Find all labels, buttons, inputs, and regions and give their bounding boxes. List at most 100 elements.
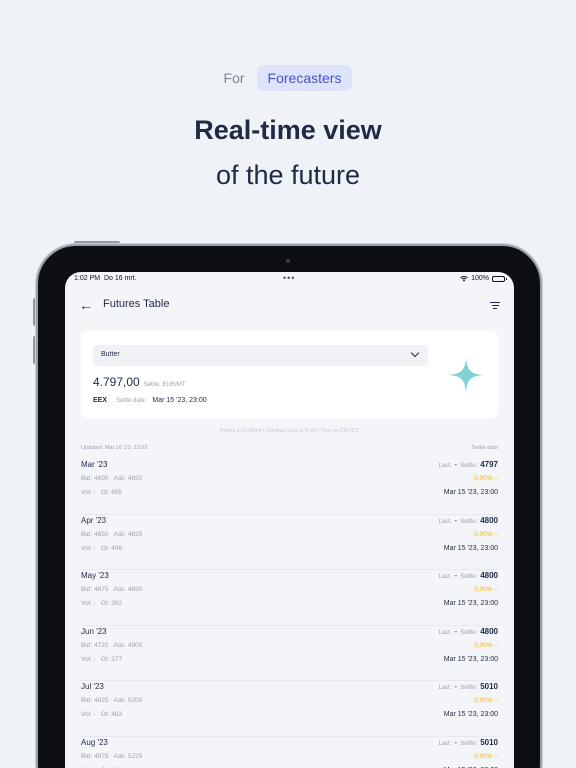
multitask-dots-icon[interactable]: ••• [283,273,295,283]
last-value: - [454,626,458,636]
change-percent: 0,00% – [474,752,498,760]
settle-value: 4797 [480,460,498,469]
volume-oi: Vol: - OI: 496 [81,545,122,552]
open-interest-value: OI: 463 [100,711,123,719]
volume-value: Vol: - [81,544,96,552]
contract-month: May '23 [81,571,109,581]
bid-ask: Bid: 4650 Ask: 4825 [81,531,142,538]
bid-value: Bid: 4875 [81,752,109,760]
last-settle: Last: - Settle: 4800 [439,516,499,525]
last-value: - [454,515,458,525]
bid-ask: Bid: 4825 Ask: 5200 [81,697,142,704]
settle-date: Mar 15 '23, 23:00 [443,655,498,663]
last-value: - [454,737,458,747]
settle-value: 4800 [480,515,498,525]
change-percent: 0,00% – [474,475,498,482]
audience-pill: Forecasters [256,65,353,91]
last-label: Last: [438,629,452,636]
open-interest-value: OI: 496 [100,544,123,552]
bid-value: Bid: 4675 [81,586,109,594]
headline-secondary: of the future [215,160,361,190]
settle-date: Mar 15 '23, 23:00 [443,544,498,552]
settle-date-label: Settle date: [116,398,147,404]
navigation-bar: ← Futures Table [65,286,514,330]
settle-price: 4.797,00 [93,375,140,389]
last-settle: Last: - Settle: 4800 [439,571,499,580]
change-percent: 0,00% – [474,586,498,594]
settle-date-value: Mar 15 '23, 23:00 [152,397,207,404]
change-percent: 0,00% – [474,530,498,538]
settle-date-column-header: Settle date [471,445,498,451]
settle-label: Settle: [460,685,478,692]
volume-value: Vol: - [81,600,96,608]
exchange-row: EEX Settle date: Mar 15 '23, 23:00 [93,397,207,404]
settle-date: Mar 15 '23, 23:00 [443,600,498,608]
settle-label: Settle: [460,629,478,636]
settle-label: Settle: [460,740,478,747]
last-label: Last: [438,518,452,525]
settle-value: 4800 [480,571,498,581]
table-row[interactable]: May '23 Bid: 4675 Ask: 4850 Vol: - OI: 392 La… [81,570,498,626]
last-settle: Last: - Settle: 4800 [439,627,499,636]
list-header: Updated: Mar 16 '23, 13:02 Settle date [81,445,498,451]
headline-primary: Real-time view [194,115,382,145]
front-camera [286,259,290,263]
settle-label: Settle: [460,518,478,525]
ask-value: Ask: 4900 [113,641,143,649]
bid-ask: Bid: 4600 Ask: 4850 [81,475,142,482]
last-label: Last: [438,574,452,581]
sparkle-icon [448,357,484,393]
exchange-name: EEX [93,397,108,404]
last-settle: Last: - Settle: 5010 [439,682,499,691]
bid-value: Bid: 4650 [81,530,109,538]
volume-value: Vol: - [81,489,96,496]
chevron-down-icon [410,348,420,358]
arrow-left-icon[interactable]: ← [79,297,93,313]
last-value: - [454,682,458,692]
contract-month: Aug '23 [81,737,108,747]
settle-price-row: 4.797,00 Settle, EUR/MT [93,375,185,389]
wifi-icon [460,275,468,281]
table-row[interactable]: Jul '23 Bid: 4825 Ask: 5200 Vol: - OI: 463 La… [81,681,498,737]
settle-unit: Settle, EUR/MT [143,382,186,388]
settle-label: Settle: [460,463,478,469]
last-settle: Last: - Settle: 4797 [439,460,499,469]
filter-icon[interactable] [490,302,500,310]
status-right: 100% [460,275,507,282]
contract-month: Jun '23 [81,626,107,636]
contract-month: Apr '23 [81,515,107,525]
contract-month: Jul '23 [81,682,104,692]
ask-value: Ask: 4850 [113,586,143,594]
settle-date: Mar 15 '23, 23:00 [443,711,498,719]
bid-value: Bid: 4600 [81,475,109,482]
status-bar: 1:02 PM Do 16 mrt. ••• 100% [65,272,514,286]
volume-oi: Vol: - OI: 377 [81,656,122,663]
settle-date: Mar 15 '23, 23:00 [443,489,498,496]
futures-list: Mar '23 Bid: 4600 Ask: 4850 Vol: - OI: 695 La… [81,459,498,768]
volume-oi: Vol: - OI: 392 [81,600,122,607]
last-settle: Last: - Settle: 5010 [439,738,499,747]
last-label: Last: [438,685,452,692]
bid-ask: Bid: 4675 Ask: 4850 [81,586,142,593]
volume-oi: Vol: - OI: 695 [81,489,122,496]
ask-value: Ask: 4850 [113,475,143,482]
table-row[interactable]: Aug '23Bid: 4875Ask: 5225Vol: -OI: 444La… [81,737,498,768]
change-percent: 0,00% – [474,641,498,649]
battery-percent: 100% [471,275,489,282]
product-dropdown[interactable]: Butter [93,345,428,366]
change-percent: 0,00% – [474,697,498,705]
pricing-notice: Prices in EUR/mt | Contract size is 5 mt… [219,428,360,434]
status-time: 1:02 PM Do 16 mrt. [74,275,137,282]
last-value: - [454,571,458,581]
table-row[interactable]: Apr '23 Bid: 4650 Ask: 4825 Vol: - OI: 496 La… [81,515,498,571]
table-row[interactable]: Jun '23 Bid: 4725 Ask: 4900 Vol: - OI: 377 La… [81,626,498,682]
volume-value: Vol: - [81,655,96,663]
open-interest-value: OI: 392 [100,600,123,608]
open-interest-value: OI: 695 [100,489,123,496]
ask-value: Ask: 4825 [113,530,143,538]
last-value: - [454,460,458,469]
table-row[interactable]: Mar '23 Bid: 4600 Ask: 4850 Vol: - OI: 695 La… [81,459,498,515]
settle-label: Settle: [460,574,478,581]
product-summary-card: Butter 4.797,00 Settle, EUR/MT EEX Settl… [81,331,498,418]
bid-value: Bid: 4725 [81,641,109,649]
